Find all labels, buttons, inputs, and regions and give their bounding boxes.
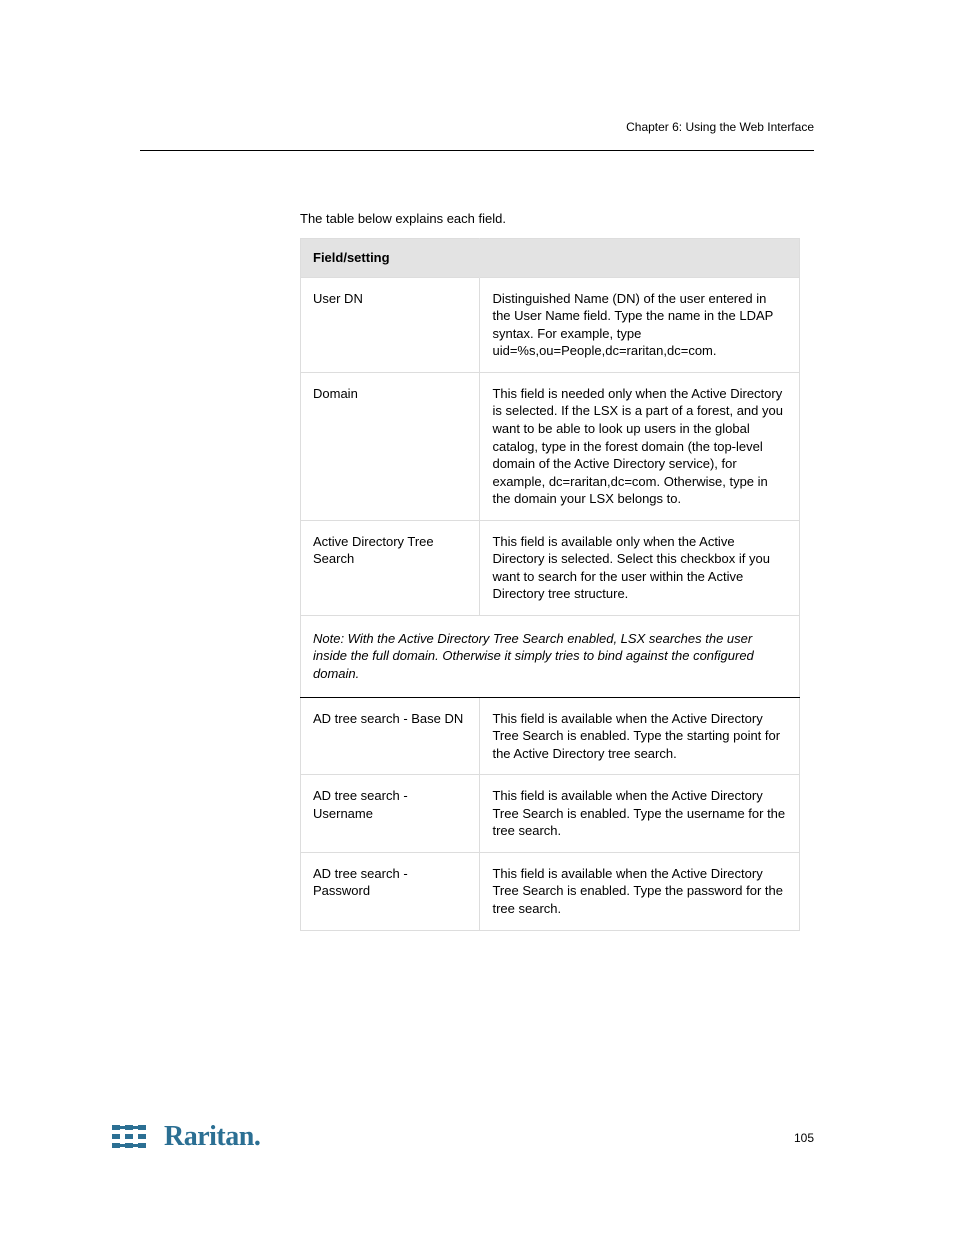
table-header-row: Field/setting — [301, 239, 800, 278]
header-rule — [140, 150, 814, 151]
cell-field: AD tree search - Password — [301, 852, 480, 930]
cell-desc: This field is needed only when the Activ… — [480, 372, 800, 520]
raritan-logo-text: Raritan. — [164, 1121, 260, 1153]
cell-desc: Distinguished Name (DN) of the user ente… — [480, 277, 800, 372]
table-row: AD tree search - Password This field is … — [301, 852, 800, 930]
cell-field: Domain — [301, 372, 480, 520]
cell-field: AD tree search - Username — [301, 775, 480, 853]
table-row: AD tree search - Base DN This field is a… — [301, 697, 800, 775]
cell-desc: This field is available only when the Ac… — [480, 520, 800, 615]
table-header-blank — [480, 239, 800, 278]
table-row: Domain This field is needed only when th… — [301, 372, 800, 520]
cell-field: Active Directory Tree Search — [301, 520, 480, 615]
intro-paragraph: The table below explains each field. — [300, 210, 800, 228]
body-column: The table below explains each field. Fie… — [300, 210, 800, 931]
cell-field: AD tree search - Base DN — [301, 697, 480, 775]
settings-table: Field/setting User DN Distinguished Name… — [300, 238, 800, 930]
raritan-logo-icon — [112, 1123, 156, 1151]
cell-desc: This field is available when the Active … — [480, 697, 800, 775]
chapter-header-line: Chapter 6: Using the Web Interface — [626, 120, 814, 134]
table-row: AD tree search - Username This field is … — [301, 775, 800, 853]
page: Chapter 6: Using the Web Interface The t… — [0, 0, 954, 1235]
raritan-logo: Raritan. — [112, 1121, 260, 1153]
page-number: 105 — [794, 1131, 814, 1145]
cell-desc: This field is available when the Active … — [480, 852, 800, 930]
table-header-field: Field/setting — [301, 239, 480, 278]
cell-desc: This field is available when the Active … — [480, 775, 800, 853]
table-row: Active Directory Tree Search This field … — [301, 520, 800, 615]
table-note-cell: Note: With the Active Directory Tree Sea… — [301, 615, 800, 697]
table-row: User DN Distinguished Name (DN) of the u… — [301, 277, 800, 372]
table-note-row: Note: With the Active Directory Tree Sea… — [301, 615, 800, 697]
cell-field: User DN — [301, 277, 480, 372]
